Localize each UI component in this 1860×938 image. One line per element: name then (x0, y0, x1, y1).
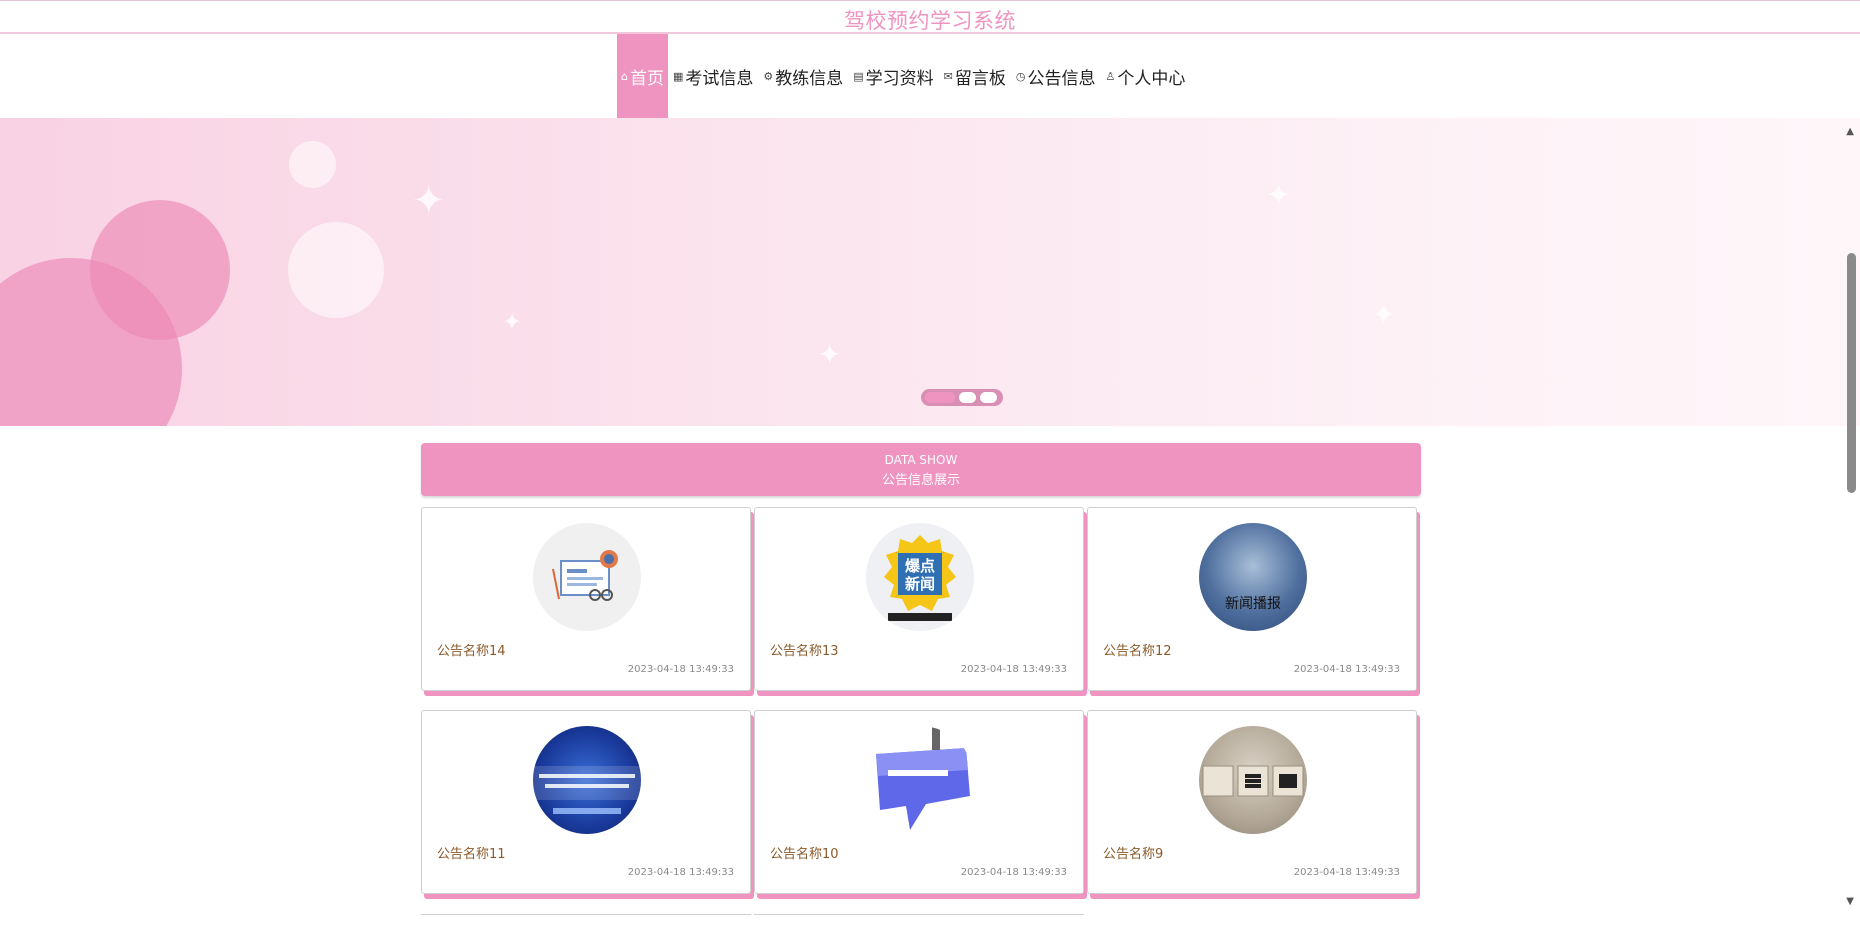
notice-card-partial (754, 914, 1084, 919)
notice-title: 公告名称14 (437, 644, 506, 659)
notice-card[interactable]: 爆点 新闻 公告名称13 2023-04-18 13:49:33 (754, 507, 1084, 691)
notice-card-partial (421, 914, 751, 919)
user-icon: ♙ (1105, 69, 1116, 83)
notice-date: 2023-04-18 13:49:33 (960, 867, 1067, 878)
nav-item-message-board[interactable]: ✉ 留言板 (939, 34, 1011, 118)
notice-card[interactable]: 公告名称14 2023-04-18 13:49:33 (421, 507, 751, 691)
scroll-up-icon[interactable]: ▲ (1846, 126, 1854, 137)
sparkle-icon: ✦ (502, 308, 523, 336)
mail-icon: ✉ (943, 69, 953, 83)
section-header: DATA SHOW 公告信息展示 (421, 443, 1421, 496)
notice-card[interactable]: 新闻播报 公告名称12 2023-04-18 13:49:33 (1087, 507, 1417, 691)
scroll-down-icon[interactable]: ▼ (1846, 896, 1854, 907)
carousel-dot[interactable] (980, 392, 997, 403)
news-sign-graphic (876, 726, 970, 830)
section-title-cn: 公告信息展示 (881, 473, 960, 488)
breaking-news-icon: 爆点 新闻 (884, 535, 956, 621)
site-title: 驾校预约学习系统 (844, 9, 1016, 33)
banner-bubble (90, 200, 230, 340)
section-title-en: DATA SHOW (884, 453, 958, 467)
nav-label: 留言板 (954, 68, 1006, 89)
notice-thumbnail (866, 726, 974, 834)
nav-label: 公告信息 (1027, 68, 1096, 89)
notice-title: 公告名称11 (437, 847, 506, 862)
notice-thumbnail: 新闻播报 (1199, 523, 1307, 631)
nav-label: 首页 (629, 68, 664, 89)
sparkle-icon: ✦ (1372, 298, 1396, 331)
nav-list: ⌂ 首页 ▦ 考试信息 ⚙ 教练信息 ▤ 学习资料 ✉ 留言板 ◷ 公告信息 ♙… (617, 34, 1190, 118)
hero-banner: ✦ ✦ ✦ ✦ ✦ (0, 118, 1860, 426)
notice-thumbnail (533, 726, 641, 834)
title-bar: 驾校预约学习系统 (0, 0, 1860, 34)
nav-label: 个人中心 (1117, 68, 1186, 89)
finance-news-graphic (533, 766, 641, 814)
carousel-dot[interactable] (959, 392, 976, 403)
banner-bubble (289, 141, 336, 188)
sparkle-icon: ✦ (818, 338, 842, 371)
nav-label: 考试信息 (685, 68, 754, 89)
grid-icon: ▦ (672, 69, 684, 83)
notice-image-text: 新闻播报 (1225, 596, 1281, 612)
nav-item-study-materials[interactable]: ▤ 学习资料 (848, 34, 938, 118)
notice-date: 2023-04-18 13:49:33 (960, 664, 1067, 675)
notice-title: 公告名称12 (1103, 644, 1172, 659)
nav-label: 教练信息 (775, 68, 844, 89)
main-nav: ⌂ 首页 ▦ 考试信息 ⚙ 教练信息 ▤ 学习资料 ✉ 留言板 ◷ 公告信息 ♙… (0, 34, 1860, 118)
letter-cubes-graphic (1202, 765, 1304, 797)
notice-title: 公告名称9 (1103, 847, 1164, 862)
scrollbar-thumb[interactable] (1847, 253, 1856, 493)
notice-date: 2023-04-18 13:49:33 (627, 664, 734, 675)
carousel-dot[interactable] (925, 392, 955, 403)
notice-card[interactable]: 公告名称11 2023-04-18 13:49:33 (421, 710, 751, 894)
notice-thumbnail (1199, 726, 1307, 834)
home-icon: ⌂ (621, 69, 628, 83)
notice-thumbnail: 爆点 新闻 (866, 523, 974, 631)
notice-date: 2023-04-18 13:49:33 (1293, 664, 1400, 675)
nav-item-personal-center[interactable]: ♙ 个人中心 (1101, 34, 1191, 118)
nav-item-coach-info[interactable]: ⚙ 教练信息 (758, 34, 848, 118)
nav-item-notices[interactable]: ◷ 公告信息 (1011, 34, 1101, 118)
nav-label: 学习资料 (865, 68, 934, 89)
sparkle-icon: ✦ (1266, 178, 1292, 213)
notice-date: 2023-04-18 13:49:33 (627, 867, 734, 878)
notice-card[interactable]: 公告名称10 2023-04-18 13:49:33 (754, 710, 1084, 894)
notice-card[interactable]: 公告名称9 2023-04-18 13:49:33 (1087, 710, 1417, 894)
sparkle-icon: ✦ (412, 178, 446, 224)
svg-text:新闻: 新闻 (905, 575, 935, 593)
book-icon: ▤ (853, 69, 864, 83)
nav-item-home[interactable]: ⌂ 首页 (617, 34, 668, 118)
notice-title: 公告名称10 (770, 847, 839, 862)
svg-text:爆点: 爆点 (905, 557, 935, 575)
banner-bubble (288, 222, 384, 318)
newspaper-icon (552, 550, 618, 601)
notice-title: 公告名称13 (770, 644, 839, 659)
nav-item-exam-info[interactable]: ▦ 考试信息 (668, 34, 758, 118)
notice-thumbnail (533, 523, 641, 631)
notice-date: 2023-04-18 13:49:33 (1293, 867, 1400, 878)
carousel-indicators (921, 389, 1003, 406)
clock-icon: ◷ (1015, 69, 1026, 83)
gear-icon: ⚙ (763, 69, 774, 83)
